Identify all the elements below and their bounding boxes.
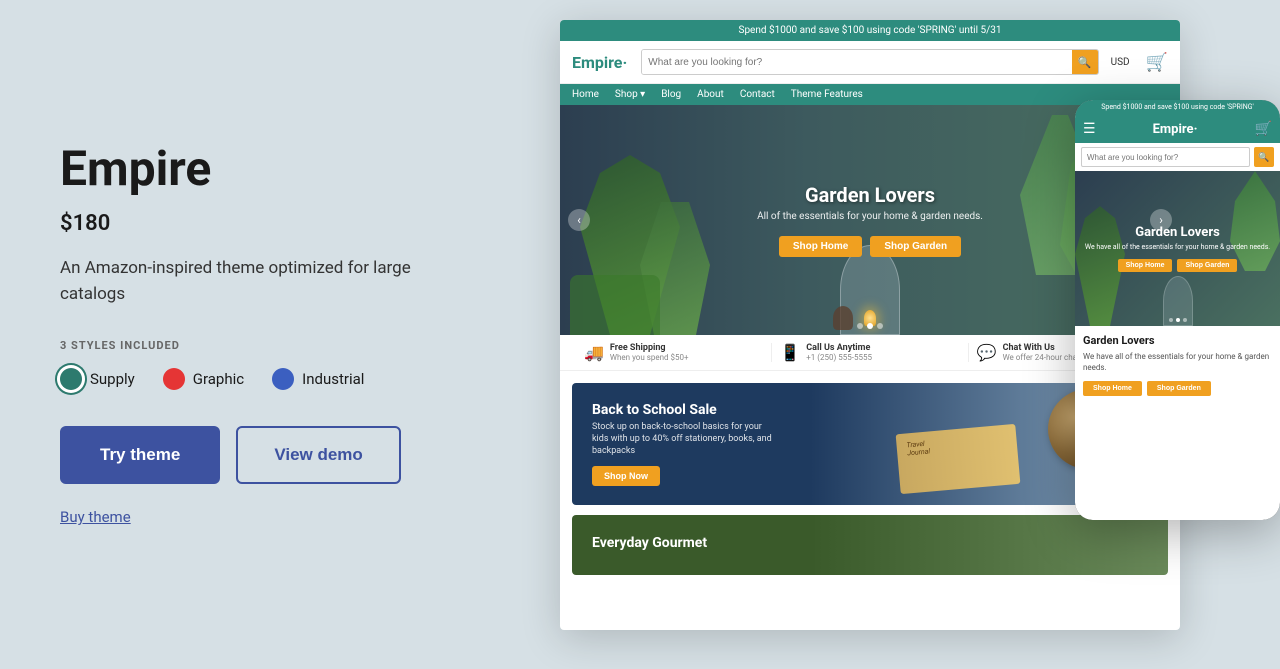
mobile-screen: Spend $1000 and save $100 using code 'SP…	[1075, 100, 1280, 520]
feature-shipping-sub: When you spend $50+	[610, 353, 689, 362]
card-gourmet-text: Everyday Gourmet	[592, 535, 707, 555]
mob-search-input[interactable]	[1081, 147, 1250, 167]
feature-shipping-text: Free Shipping When you spend $50+	[610, 343, 689, 362]
hero-nav-left[interactable]: ‹	[568, 209, 590, 231]
try-theme-button[interactable]: Try theme	[60, 426, 220, 484]
store-logo: Empire·	[572, 53, 627, 72]
buy-theme-link[interactable]: Buy theme	[60, 508, 500, 526]
hero-btn-garden[interactable]: Shop Garden	[870, 236, 961, 257]
nav-item-blog[interactable]: Blog	[661, 89, 681, 100]
mob-content-btn-garden[interactable]: Shop Garden	[1147, 381, 1211, 396]
mob-hero-title: Garden Lovers	[1085, 225, 1270, 240]
store-search-bar[interactable]: 🔍	[641, 49, 1098, 75]
phone-icon: 📱	[780, 343, 800, 362]
graphic-dot	[163, 368, 185, 390]
succulent-left	[570, 275, 660, 335]
store-cart-icon[interactable]: 🛒	[1146, 52, 1168, 73]
feature-phone-text: Call Us Anytime +1 (250) 555-5555	[806, 343, 872, 362]
supply-label: Supply	[90, 370, 135, 388]
mob-hero: Garden Lovers We have all of the essenti…	[1075, 171, 1280, 326]
mob-cart-icon[interactable]: 🛒	[1255, 121, 1272, 137]
mob-menu-icon[interactable]: ☰	[1083, 121, 1096, 137]
card-bts-sub: Stock up on back-to-school basics for yo…	[592, 422, 772, 457]
graphic-label: Graphic	[193, 370, 244, 388]
hero-title: Garden Lovers	[757, 183, 983, 207]
shipping-icon: 🚚	[584, 343, 604, 362]
mob-dot-2[interactable]	[1176, 318, 1180, 322]
mob-logo: Empire·	[1153, 122, 1198, 137]
theme-description: An Amazon-inspired theme optimized for l…	[60, 256, 440, 307]
card-gourmet-inner: Everyday Gourmet	[572, 515, 1168, 575]
card-bts-btn[interactable]: Shop Now	[592, 466, 660, 486]
store-header: Empire· 🔍 USD 🛒	[560, 41, 1180, 84]
feature-phone-title: Call Us Anytime	[806, 343, 872, 353]
styles-label: 3 STYLES INCLUDED	[60, 339, 500, 352]
owl-decoration	[833, 306, 853, 330]
nav-item-contact[interactable]: Contact	[740, 89, 775, 100]
hero-dots	[857, 323, 883, 329]
industrial-dot	[272, 368, 294, 390]
store-search-input[interactable]	[642, 50, 1071, 74]
buttons-row: Try theme View demo	[60, 426, 500, 484]
mob-content-buttons: Shop Home Shop Garden	[1083, 381, 1272, 396]
style-option-industrial[interactable]: Industrial	[272, 368, 364, 390]
card-everyday-gourmet: Everyday Gourmet	[572, 515, 1168, 575]
mob-dots	[1169, 318, 1187, 322]
hero-dot-2[interactable]	[867, 323, 873, 329]
hero-dot-3	[877, 323, 883, 329]
mob-content-text: We have all of the essentials for your h…	[1083, 351, 1272, 373]
nav-item-about[interactable]: About	[697, 89, 724, 100]
chat-icon: 💬	[977, 343, 997, 362]
view-demo-button[interactable]: View demo	[236, 426, 401, 484]
supply-dot	[60, 368, 82, 390]
mob-header: ☰ Empire· 🛒	[1075, 115, 1280, 143]
theme-title: Empire	[60, 143, 500, 196]
hero-dot-1	[857, 323, 863, 329]
nav-item-theme-features[interactable]: Theme Features	[791, 89, 863, 100]
hero-buttons: Shop Home Shop Garden	[757, 236, 983, 257]
mob-content: Garden Lovers We have all of the essenti…	[1075, 326, 1280, 520]
theme-price: $180	[60, 211, 500, 236]
card-bts-title: Back to School Sale	[592, 402, 772, 418]
style-option-supply[interactable]: Supply	[60, 368, 135, 390]
industrial-label: Industrial	[302, 370, 364, 388]
style-option-graphic[interactable]: Graphic	[163, 368, 244, 390]
nav-item-shop[interactable]: Shop ▾	[615, 89, 645, 100]
feature-shipping-title: Free Shipping	[610, 343, 689, 353]
mob-hero-sub: We have all of the essentials for your h…	[1085, 243, 1270, 251]
right-panel: Spend $1000 and save $100 using code 'SP…	[560, 0, 1280, 669]
book-visual: TravelJournal	[896, 424, 1021, 494]
mob-content-title: Garden Lovers	[1083, 334, 1272, 347]
mob-hero-btn-garden[interactable]: Shop Garden	[1177, 259, 1237, 272]
store-currency: USD	[1111, 57, 1130, 68]
mob-dot-3	[1183, 318, 1187, 322]
feature-phone-sub: +1 (250) 555-5555	[806, 353, 872, 362]
styles-row: Supply Graphic Industrial	[60, 368, 500, 390]
feature-phone: 📱 Call Us Anytime +1 (250) 555-5555	[772, 343, 968, 362]
mob-hero-center: Garden Lovers We have all of the essenti…	[1085, 225, 1270, 272]
feature-shipping: 🚚 Free Shipping When you spend $50+	[576, 343, 772, 362]
mob-search-button[interactable]: 🔍	[1254, 147, 1274, 167]
hero-btn-home[interactable]: Shop Home	[779, 236, 863, 257]
card-bts-text: Back to School Sale Stock up on back-to-…	[592, 402, 772, 485]
mob-content-btn-home[interactable]: Shop Home	[1083, 381, 1142, 396]
nav-item-home[interactable]: Home	[572, 89, 599, 100]
mobile-preview: Spend $1000 and save $100 using code 'SP…	[1075, 100, 1280, 520]
mob-dot-1	[1169, 318, 1173, 322]
mob-announcement-bar: Spend $1000 and save $100 using code 'SP…	[1075, 100, 1280, 115]
mob-hero-btn-home[interactable]: Shop Home	[1118, 259, 1173, 272]
store-search-button[interactable]: 🔍	[1072, 49, 1098, 75]
hero-nav-right[interactable]: ›	[1150, 209, 1172, 231]
left-panel: Empire $180 An Amazon-inspired theme opt…	[0, 0, 560, 669]
hero-center-content: Garden Lovers All of the essentials for …	[757, 183, 983, 257]
hero-subtitle: All of the essentials for your home & ga…	[757, 211, 983, 222]
mob-search: 🔍	[1075, 143, 1280, 171]
card-gourmet-title: Everyday Gourmet	[592, 535, 707, 551]
mob-hero-buttons: Shop Home Shop Garden	[1085, 259, 1270, 272]
store-announcement-bar: Spend $1000 and save $100 using code 'SP…	[560, 20, 1180, 41]
